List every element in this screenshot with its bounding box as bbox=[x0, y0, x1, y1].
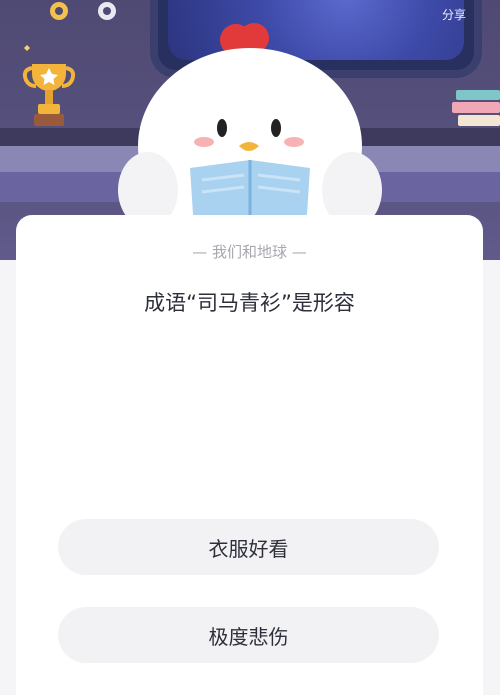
option-button-2[interactable]: 极度悲伤 bbox=[58, 607, 439, 663]
trophy-icon bbox=[22, 45, 76, 126]
gear-icon bbox=[50, 2, 68, 20]
quiz-card: — 我们和地球 — 成语“司马青衫”是形容 衣服好看 极度悲伤 bbox=[16, 215, 483, 695]
question-text: 成语“司马青衫”是形容 bbox=[144, 291, 355, 315]
option-button-1[interactable]: 衣服好看 bbox=[58, 519, 439, 575]
chicken-mascot bbox=[118, 23, 382, 240]
book-stack bbox=[452, 90, 500, 126]
gear-icon bbox=[98, 2, 116, 20]
share-button[interactable]: 分享 bbox=[442, 6, 466, 23]
section-label: — 我们和地球 — bbox=[192, 243, 307, 261]
